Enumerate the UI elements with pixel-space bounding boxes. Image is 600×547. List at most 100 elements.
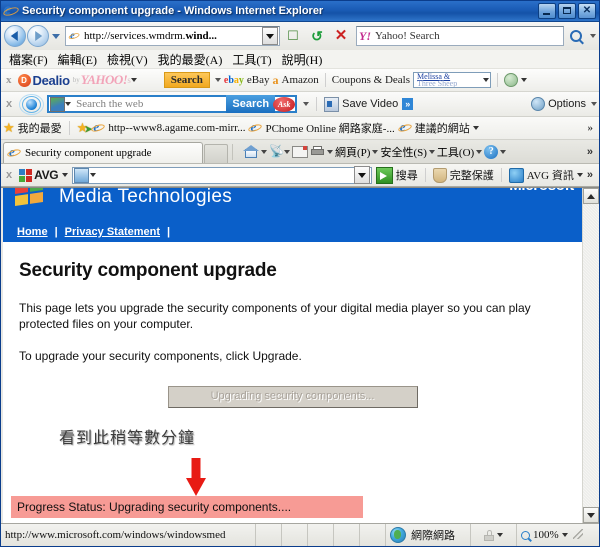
dealio-expand-icon[interactable] — [214, 78, 221, 82]
address-dropdown-icon[interactable] — [262, 27, 278, 45]
favorite-item-pchome[interactable]: PChome Online 網路家庭-... — [249, 119, 394, 136]
command-bar-overflow-icon[interactable]: » — [587, 146, 597, 158]
dealio-options-icon[interactable] — [504, 73, 519, 87]
dealio-item-amazon[interactable]: a Amazon — [273, 73, 319, 88]
status-security-zone[interactable]: 網際網路 — [386, 524, 471, 546]
dealio-search-button[interactable]: Search — [163, 72, 210, 88]
favorites-button[interactable]: ★ 我的最愛 — [3, 120, 62, 136]
dealio-close-icon[interactable]: x — [3, 74, 15, 86]
add-favorite-icon[interactable]: ★ ➤ — [77, 121, 93, 134]
dealio-search-by-label: by — [72, 76, 80, 84]
feeds-icon[interactable]: 📡 — [269, 145, 284, 158]
mail-icon[interactable] — [292, 145, 308, 158]
avg-brand-dropdown-icon[interactable] — [62, 173, 69, 177]
safety-dropdown-icon[interactable] — [428, 149, 435, 154]
maximize-button[interactable] — [558, 3, 576, 19]
dealio-search-input[interactable]: by YAHOO! s — [73, 72, 161, 88]
menu-help[interactable]: 說明(H) — [280, 50, 331, 69]
avg-search-button[interactable]: 搜尋 — [375, 166, 418, 184]
favorite-favicon-icon — [92, 119, 105, 135]
new-tab-button[interactable] — [204, 144, 228, 163]
tools-dropdown-icon[interactable] — [476, 149, 483, 154]
status-zoom[interactable]: 100% — [517, 524, 599, 546]
avg-info-dropdown-icon[interactable] — [576, 173, 583, 177]
ask-expand-icon[interactable] — [303, 102, 310, 106]
ask-options-button[interactable]: Options — [531, 97, 597, 111]
scroll-down-button[interactable] — [583, 507, 599, 523]
scroll-up-button[interactable] — [583, 188, 599, 204]
command-safety[interactable]: 安全性(S) — [380, 144, 426, 160]
menu-favorites[interactable]: 我的最愛(A) — [156, 50, 231, 69]
dealio-account-dropdown[interactable]: Melissa & Three Sheep — [413, 72, 492, 88]
suggested-sites-dropdown-icon[interactable] — [472, 126, 479, 130]
ask-save-video-button[interactable]: Save Video — [324, 96, 398, 112]
close-button[interactable]: ✕ — [578, 3, 596, 19]
favorite-item-agame[interactable]: http--www8.agame.com-mirr... — [92, 119, 245, 135]
progress-status-banner: Progress Status: Upgrading security comp… — [11, 496, 363, 518]
dealio-search-dropdown-icon[interactable] — [130, 78, 137, 82]
nav-sep-2: | — [167, 226, 171, 238]
ask-close-icon[interactable]: x — [3, 98, 15, 110]
forward-button[interactable] — [27, 25, 49, 47]
dealio-item-ebay[interactable]: ebay eBay — [224, 74, 270, 86]
protected-mode-dropdown-icon[interactable] — [497, 533, 503, 537]
avg-search-input[interactable] — [72, 166, 372, 184]
avg-protection-label: 完整保護 — [449, 170, 494, 182]
print-icon[interactable] — [310, 145, 325, 158]
avg-overflow-icon[interactable]: » — [587, 169, 597, 181]
menu-view[interactable]: 檢視(V) — [105, 50, 156, 69]
help-icon[interactable]: ? — [484, 144, 499, 159]
favorites-overflow-icon[interactable]: » — [588, 122, 598, 134]
menu-edit[interactable]: 編輯(E) — [56, 50, 105, 69]
scrollbar-track[interactable] — [583, 204, 599, 507]
page-paragraph-1: This page lets you upgrade the security … — [19, 301, 531, 331]
back-button[interactable] — [4, 25, 26, 47]
page-dropdown-icon[interactable] — [372, 149, 379, 154]
windows-logo-icon — [15, 188, 43, 206]
dealio-account-dropdown-icon[interactable] — [483, 78, 490, 82]
minimize-button[interactable] — [538, 3, 556, 19]
ask-search-button[interactable]: Search — [226, 95, 276, 113]
recent-pages-dropdown-icon[interactable] — [52, 33, 60, 39]
search-provider-dropdown-icon[interactable] — [590, 34, 596, 38]
avg-engine-dropdown-icon[interactable] — [90, 173, 97, 177]
home-dropdown-icon[interactable] — [261, 149, 267, 154]
stop-icon[interactable]: ✕ — [330, 25, 352, 47]
nav-link-privacy[interactable]: Privacy Statement — [65, 226, 160, 238]
command-tools[interactable]: 工具(O) — [437, 144, 474, 160]
search-go-icon[interactable] — [566, 26, 586, 46]
status-protected-mode[interactable] — [471, 524, 517, 546]
ask-more-icon[interactable]: » — [402, 98, 414, 110]
favorite-item-suggested-sites[interactable]: 建議的網站 — [399, 119, 479, 136]
ask-options-dropdown-icon[interactable] — [591, 102, 597, 106]
search-input[interactable]: Y! Yahoo! Search — [356, 26, 564, 46]
suggested-sites-icon — [399, 119, 412, 135]
page-favicon — [69, 28, 79, 41]
home-icon[interactable] — [243, 144, 259, 159]
print-dropdown-icon[interactable] — [327, 149, 333, 154]
address-bar[interactable]: http://services.wmdrm.wind... — [65, 26, 280, 46]
command-page[interactable]: 網頁(P) — [335, 144, 370, 160]
zoom-dropdown-icon[interactable] — [561, 533, 568, 537]
dealio-item-coupons[interactable]: Coupons & Deals — [332, 74, 410, 86]
help-dropdown-icon[interactable] — [500, 149, 507, 154]
feeds-dropdown-icon[interactable] — [284, 149, 290, 154]
menu-tools[interactable]: 工具(T) — [230, 50, 279, 69]
upgrade-button[interactable]: Upgrading security components... — [167, 386, 418, 408]
tab-security-component-upgrade[interactable]: Security component upgrade — [3, 142, 203, 163]
avg-close-icon[interactable]: x — [3, 169, 15, 181]
ask-search-input[interactable]: Search the web Search Ask — [47, 95, 298, 113]
avg-search-dropdown-icon[interactable] — [353, 166, 370, 184]
dealio-options-dropdown-icon[interactable] — [521, 78, 528, 82]
page-scrollbar[interactable] — [582, 188, 599, 523]
avg-separator — [424, 168, 426, 182]
nav-link-home[interactable]: Home — [17, 226, 48, 238]
refresh-icon[interactable]: ↺ — [306, 25, 328, 47]
resize-grip[interactable] — [571, 529, 585, 541]
compatibility-view-icon[interactable]: ☐ — [282, 25, 304, 47]
menu-file[interactable]: 檔案(F) — [7, 50, 56, 69]
avg-engine-icon — [74, 167, 90, 183]
avg-protection-status[interactable]: 完整保護 — [432, 167, 494, 183]
avg-info-button[interactable]: AVG 資訊 — [508, 167, 583, 183]
status-bar: http://www.microsoft.com/windows/windows… — [1, 523, 599, 546]
